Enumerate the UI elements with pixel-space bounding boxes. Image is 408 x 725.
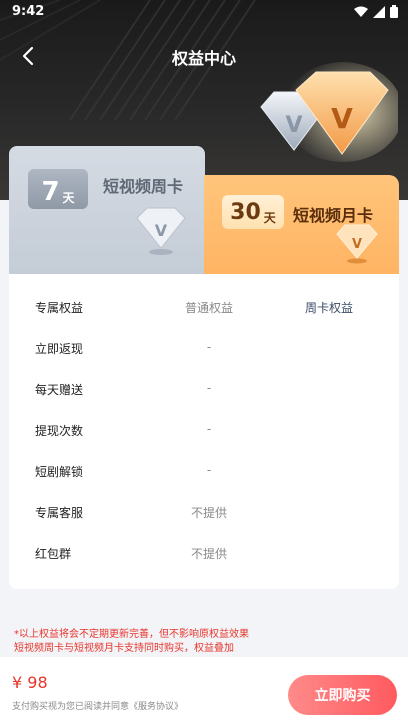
status-bar: 9:42 <box>0 0 408 24</box>
table-header-normal: 普通权益 <box>184 301 233 315</box>
svg-text:V: V <box>352 237 362 252</box>
note-line-1: *以上权益将会不定期更新完善，但不影响原权益效果 <box>14 629 249 640</box>
row-normal-value: 不提供 <box>190 547 227 561</box>
table-header-row: 专属权益 普通权益 周卡权益 <box>9 286 399 327</box>
week-card-name: 短视频周卡 <box>103 177 184 196</box>
month-card[interactable]: 30 天 短视频月卡 V <box>204 175 399 274</box>
table-row: 立即返现 - <box>9 327 399 368</box>
status-time: 9:42 <box>12 4 45 19</box>
row-normal-value: - <box>206 340 212 354</box>
table-row: 短剧解锁 - <box>9 450 399 491</box>
silver-diamond-icon: V <box>136 207 186 255</box>
status-icons <box>354 5 398 18</box>
agreement-text[interactable]: 支付购买视为您已阅读并同意《服务协议》 <box>12 699 183 712</box>
row-label: 红包群 <box>35 547 72 561</box>
row-normal-value: 不提供 <box>190 506 227 520</box>
week-days-unit: 天 <box>62 191 75 205</box>
svg-text:V: V <box>331 102 353 135</box>
table-row: 每天赠送 - <box>9 368 399 409</box>
table-row: 专属客服 不提供 <box>9 491 399 532</box>
buy-button[interactable]: 立即购买 <box>288 675 397 715</box>
svg-text:V: V <box>155 221 168 240</box>
signal-icon <box>373 5 385 18</box>
battery-icon <box>390 5 398 18</box>
month-days-number: 30 <box>230 200 261 225</box>
row-label: 短剧解锁 <box>35 465 84 479</box>
purchase-bar: ¥ 98 支付购买视为您已阅读并同意《服务协议》 立即购买 <box>0 657 408 725</box>
gold-diamond-icon: V <box>336 224 378 264</box>
week-card[interactable]: 7 天 短视频周卡 V <box>9 146 205 274</box>
row-label: 立即返现 <box>35 342 84 356</box>
table-header-benefit: 专属权益 <box>35 301 84 315</box>
price-label: ¥ 98 <box>12 673 48 692</box>
table-row: 红包群 不提供 <box>9 532 399 573</box>
wifi-icon <box>354 6 368 17</box>
row-normal-value: - <box>206 381 212 395</box>
row-label: 专属客服 <box>35 506 84 520</box>
table-header-card: 周卡权益 <box>304 301 353 315</box>
row-normal-value: - <box>206 422 212 436</box>
benefit-notes: *以上权益将会不定期更新完善，但不影响原权益效果 短视频周卡与短视频月卡支持同时… <box>14 628 394 656</box>
benefits-table: 专属权益 普通权益 周卡权益 立即返现 - 每天赠送 - 提现次数 - 短剧解锁… <box>9 274 399 589</box>
row-label: 每天赠送 <box>35 383 84 397</box>
month-days-unit: 天 <box>263 211 276 225</box>
week-days-badge: 7 天 <box>28 169 88 209</box>
svg-text:V: V <box>285 113 302 138</box>
row-label: 提现次数 <box>35 424 84 438</box>
diamond-icon: V V <box>260 62 398 162</box>
week-days-number: 7 <box>41 177 60 207</box>
note-line-2: 短视频周卡与短视频月卡支持同时购买，权益叠加 <box>14 643 234 654</box>
month-days-badge: 30 天 <box>222 195 284 229</box>
table-row: 提现次数 - <box>9 409 399 450</box>
row-normal-value: - <box>206 463 212 477</box>
